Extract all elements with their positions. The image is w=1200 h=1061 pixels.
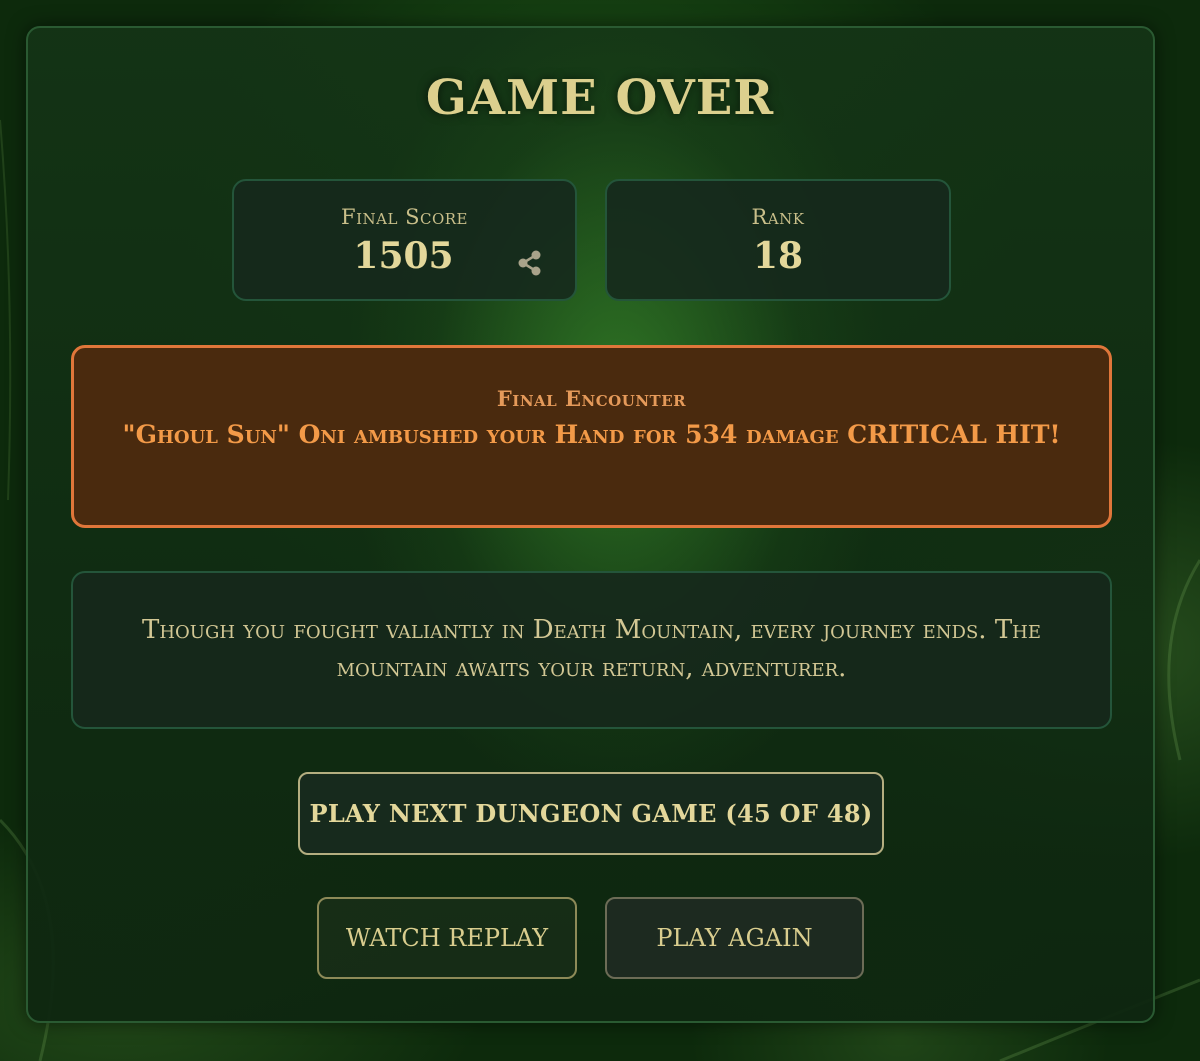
rank-card: Rank 18 [605,179,951,301]
rank-label: Rank [751,205,805,229]
final-score-label: Final Score [341,205,468,229]
share-icon[interactable] [514,247,546,279]
final-encounter-box: Final Encounter "Ghoul Sun" Oni ambushed… [71,345,1112,528]
final-score-card: Final Score 1505 [232,179,577,301]
rank-value: 18 [752,235,804,277]
final-encounter-text: "Ghoul Sun" Oni ambushed your Hand for 5… [122,420,1061,449]
play-next-dungeon-button[interactable]: PLAY NEXT DUNGEON GAME (45 OF 48) [298,772,884,855]
watch-replay-button[interactable]: WATCH REPLAY [317,897,577,979]
final-encounter-label: Final Encounter [496,386,687,411]
epilogue-message-text: Though you fought valiantly in Death Mou… [141,615,1041,683]
epilogue-message-box: Though you fought valiantly in Death Mou… [71,571,1112,729]
page-title: GAME OVER [425,70,775,126]
play-again-button[interactable]: PLAY AGAIN [605,897,864,979]
